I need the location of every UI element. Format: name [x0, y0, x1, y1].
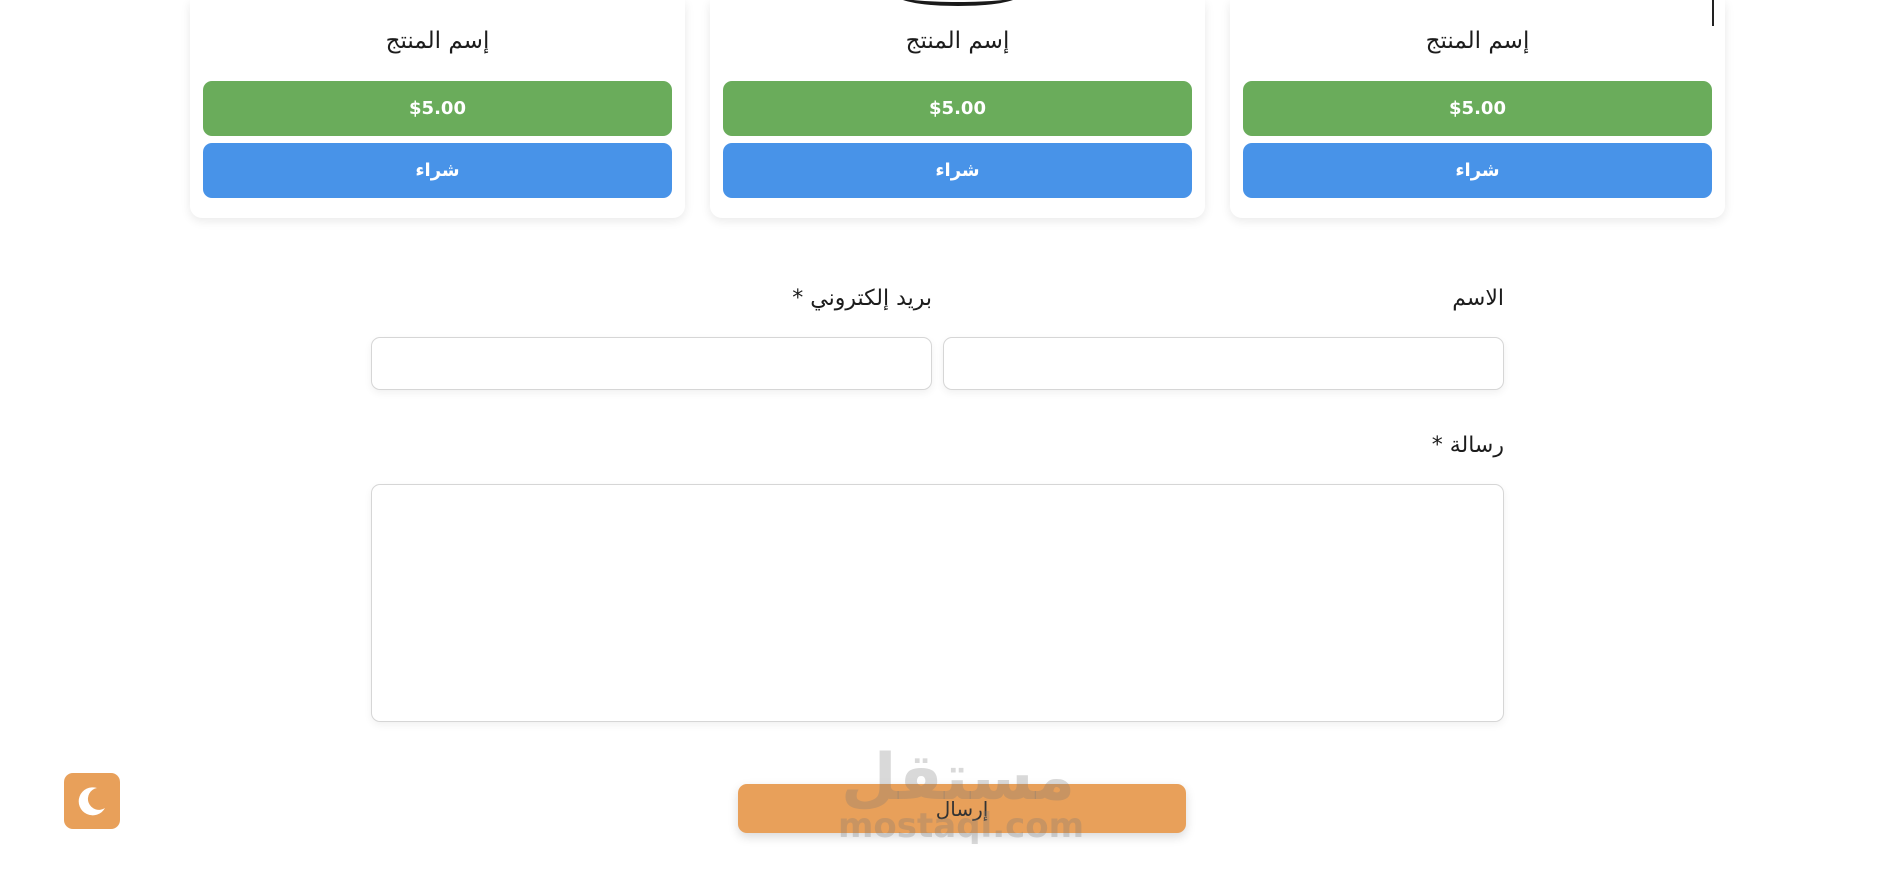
- product-name: إسم المنتج: [385, 28, 490, 54]
- product-name: إسم المنتج: [905, 28, 1010, 54]
- price-button[interactable]: $5.00: [723, 81, 1192, 136]
- moon-icon: [78, 787, 105, 816]
- name-input[interactable]: [943, 337, 1504, 390]
- product-card: إسم المنتج $5.00 شراء: [710, 0, 1205, 218]
- contact-form: الاسم بريد إلكتروني * رسالة *: [371, 280, 1504, 726]
- name-label: الاسم: [1452, 286, 1504, 311]
- message-textarea[interactable]: [371, 484, 1504, 722]
- buy-button[interactable]: شراء: [1243, 143, 1712, 198]
- product-card: إسم المنتج $5.00 شراء: [190, 0, 685, 218]
- buy-button[interactable]: شراء: [203, 143, 672, 198]
- buy-button[interactable]: شراء: [723, 143, 1192, 198]
- contact-field-row: الاسم بريد إلكتروني *: [371, 280, 1504, 390]
- email-input[interactable]: [371, 337, 932, 390]
- email-field-group: بريد إلكتروني *: [371, 280, 932, 390]
- submit-button[interactable]: إرسال: [738, 784, 1186, 833]
- product-image-edge: [897, 0, 1018, 6]
- price-button[interactable]: $5.00: [1243, 81, 1712, 136]
- product-image-edge: [1712, 0, 1714, 26]
- price-button[interactable]: $5.00: [203, 81, 672, 136]
- product-name: إسم المنتج: [1425, 28, 1530, 54]
- product-list: إسم المنتج $5.00 شراء إسم المنتج $5.00 ش…: [190, 0, 1725, 218]
- message-label: رسالة *: [1431, 433, 1504, 458]
- email-label: بريد إلكتروني *: [792, 286, 932, 311]
- name-field-group: الاسم: [943, 280, 1504, 390]
- product-card: إسم المنتج $5.00 شراء: [1230, 0, 1725, 218]
- theme-toggle-button[interactable]: [64, 773, 120, 829]
